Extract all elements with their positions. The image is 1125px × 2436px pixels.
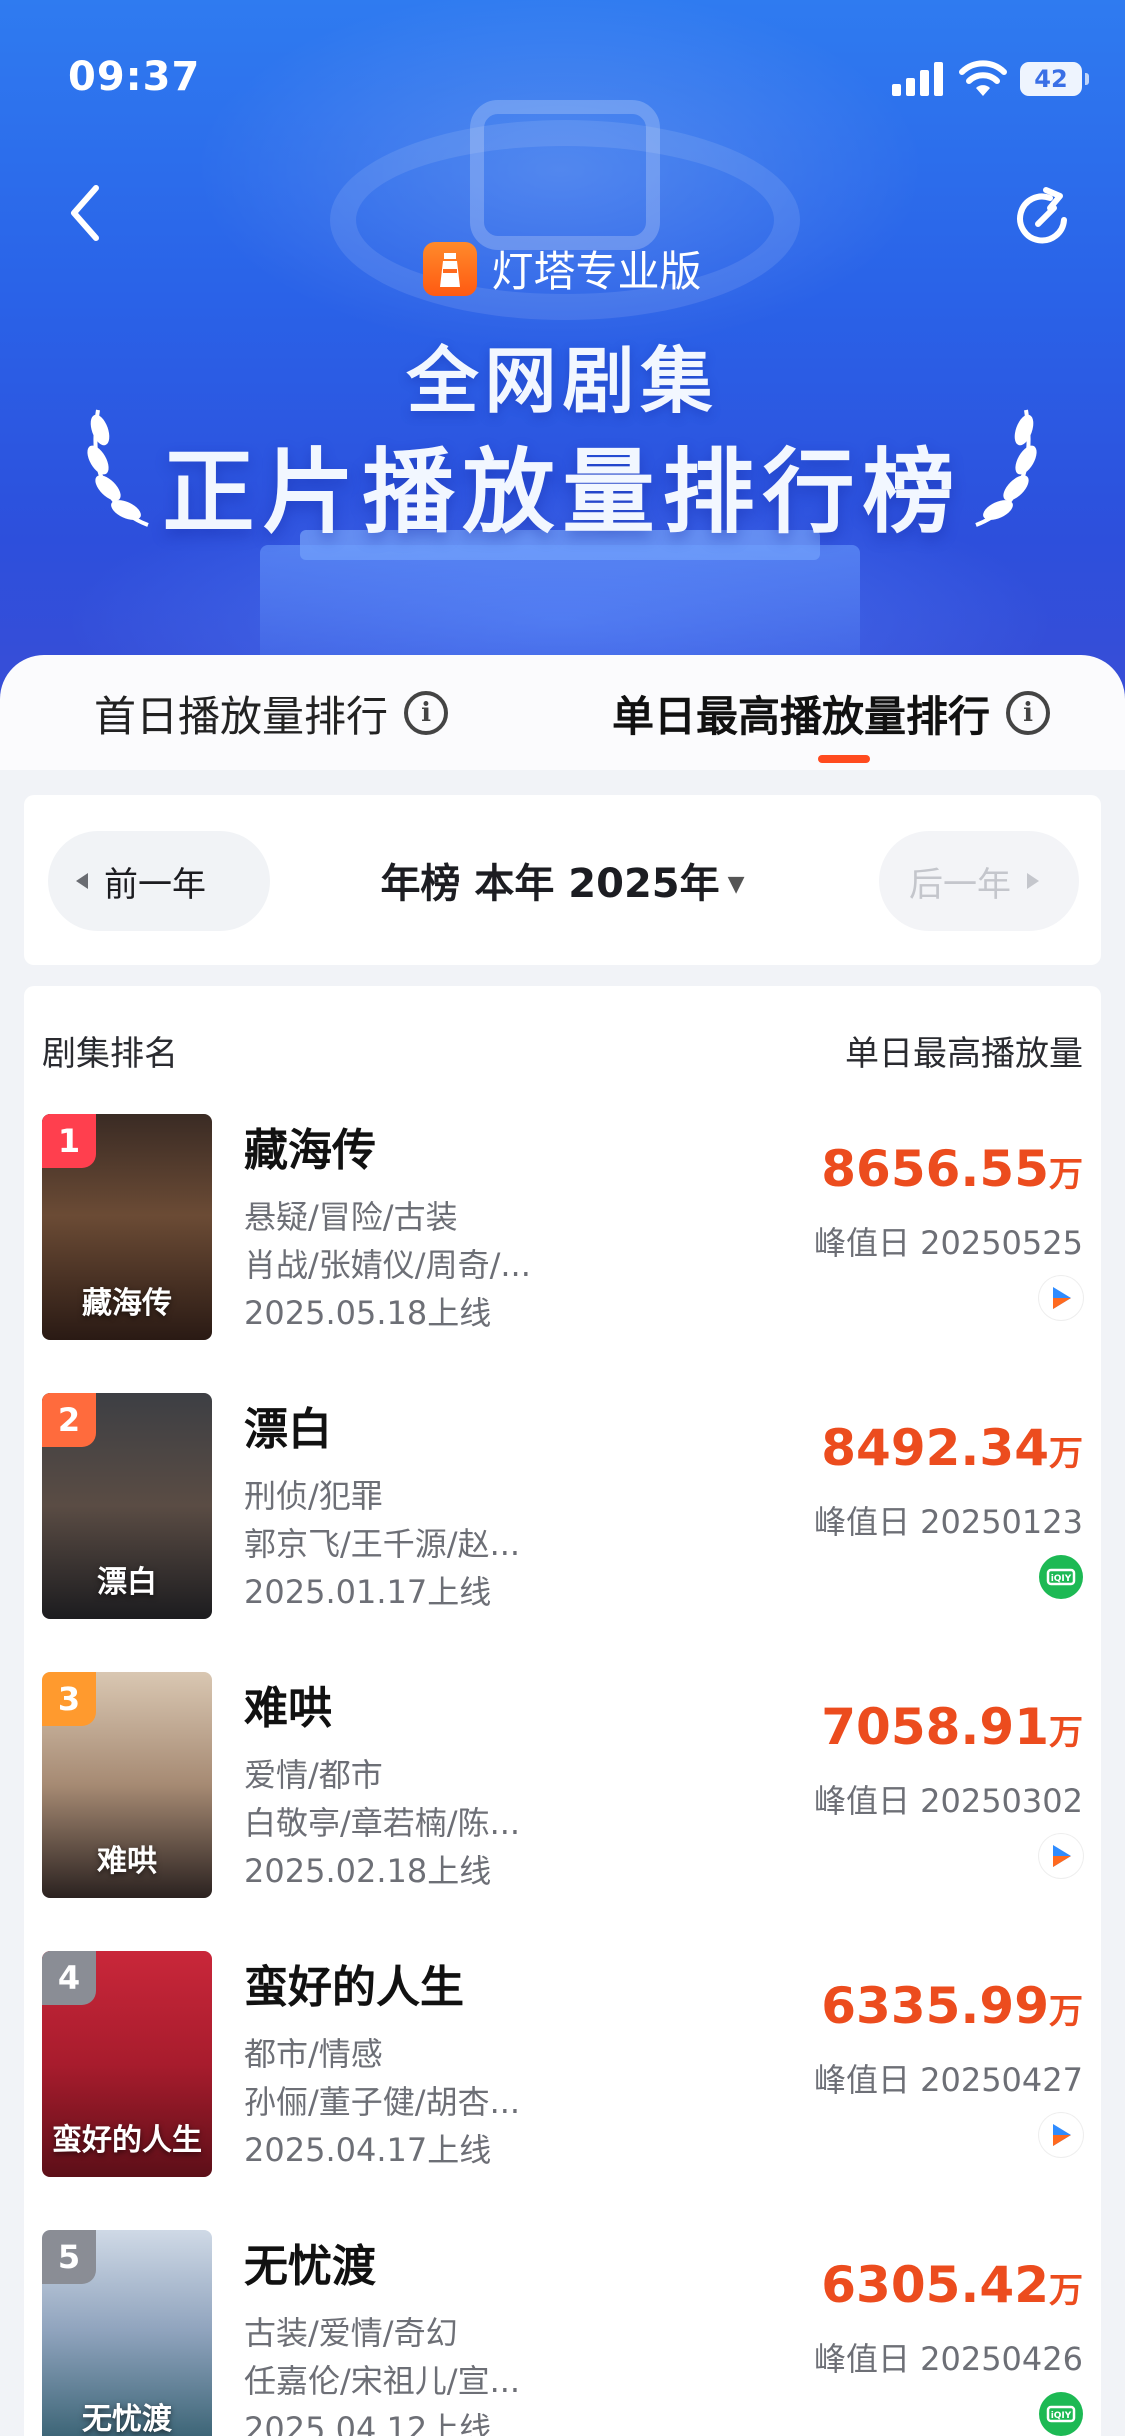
caret-down-icon: ▼ — [727, 872, 745, 897]
drama-title: 无忧渡 — [244, 2241, 376, 2292]
drama-cast: 白敬亭/章若楠/陈... — [244, 1804, 521, 1842]
drama-title: 难哄 — [244, 1683, 332, 1734]
lighthouse-logo-icon — [423, 241, 478, 296]
list-header: 剧集排名 单日最高播放量 — [42, 1026, 1083, 1076]
tab-first-day[interactable]: 首日播放量排行 i — [94, 683, 449, 743]
list-item[interactable]: 藏海传 1 藏海传 悬疑/冒险/古装 肖战/张婧仪/周奇/... 2025.05… — [42, 1114, 1083, 1354]
wifi-icon — [959, 60, 1007, 96]
hero-banner: 09:37 42 灯塔专业版 全网剧集 正片播放量排行榜 — [0, 0, 1125, 720]
play-count: 8656.55万 — [821, 1140, 1083, 1198]
drama-release: 2025.01.17上线 — [244, 1573, 492, 1611]
hero-title-line2: 正片播放量排行榜 — [162, 439, 963, 546]
peak-date: 峰值日 20250525 — [813, 1224, 1083, 1262]
iqiyi-logo-icon: iQIY — [1039, 1555, 1083, 1599]
drama-title: 蛮好的人生 — [244, 1962, 464, 2013]
poster-image: 藏海传 1 — [42, 1114, 212, 1340]
tab-label: 单日最高播放量排行 — [612, 691, 991, 741]
header-metric: 单日最高播放量 — [845, 1034, 1083, 1074]
poster-image: 蛮好的人生 4 — [42, 1951, 212, 2177]
brand-header: 灯塔专业版 — [0, 238, 1125, 299]
drama-genre: 都市/情感 — [244, 2035, 383, 2073]
iqiyi-logo-icon: iQIY — [1039, 2392, 1083, 2436]
poster-image: 难哄 3 — [42, 1672, 212, 1898]
list-item[interactable]: 无忧渡 5 无忧渡 古装/爱情/奇幻 任嘉伦/宋祖儿/宣... 2025.04.… — [42, 2230, 1083, 2436]
play-count: 6305.42万 — [821, 2256, 1083, 2314]
header-rank: 剧集排名 — [42, 1034, 178, 1074]
brand-name: 灯塔专业版 — [491, 247, 702, 296]
drama-genre: 爱情/都市 — [244, 1756, 383, 1794]
drama-cast: 郭京飞/王千源/赵... — [244, 1525, 521, 1563]
drama-title: 漂白 — [244, 1404, 332, 1455]
play-count: 7058.91万 — [821, 1698, 1083, 1756]
drama-cast: 任嘉伦/宋祖儿/宣... — [244, 2362, 521, 2400]
peak-date: 峰值日 20250302 — [813, 1782, 1083, 1820]
drama-title: 藏海传 — [244, 1125, 376, 1176]
poster-caption: 无忧渡 — [82, 2402, 172, 2436]
list-item[interactable]: 难哄 3 难哄 爱情/都市 白敬亭/章若楠/陈... 2025.02.18上线 … — [42, 1672, 1083, 1912]
poster-image: 无忧渡 5 — [42, 2230, 212, 2436]
status-bar: 09:37 42 — [0, 0, 1125, 150]
drama-release: 2025.05.18上线 — [244, 1294, 492, 1332]
youku-logo-icon — [1039, 1276, 1083, 1320]
peak-date: 峰值日 20250427 — [813, 2061, 1083, 2099]
rank-badge: 1 — [42, 1114, 96, 1168]
youku-logo-icon — [1039, 1834, 1083, 1878]
triangle-right-icon — [1027, 873, 1039, 889]
year-current-label: 年榜 本年 2025年 — [380, 861, 720, 907]
svg-text:iQIY: iQIY — [1051, 2411, 1072, 2421]
list-item[interactable]: 蛮好的人生 4 蛮好的人生 都市/情感 孙俪/董子健/胡杏... 2025.04… — [42, 1951, 1083, 2191]
ranking-list: 剧集排名 单日最高播放量 藏海传 1 藏海传 悬疑/冒险/古装 肖战/张婧仪/周… — [24, 986, 1101, 2436]
next-year-label: 后一年 — [909, 864, 1011, 905]
rank-badge: 3 — [42, 1672, 96, 1726]
year-selector: 前一年 年榜 本年 2025年 ▼ 后一年 — [24, 795, 1101, 965]
active-tab-indicator — [818, 755, 870, 763]
ranking-tabs: 首日播放量排行 i 单日最高播放量排行 i — [0, 655, 1125, 770]
poster-caption: 藏海传 — [82, 1286, 172, 1321]
hero-title-line1: 全网剧集 — [406, 339, 719, 423]
peak-date: 峰值日 20250426 — [813, 2340, 1083, 2378]
tab-single-day-peak[interactable]: 单日最高播放量排行 i — [612, 683, 1051, 743]
drama-genre: 古装/爱情/奇幻 — [244, 2314, 458, 2352]
drama-release: 2025.02.18上线 — [244, 1852, 492, 1890]
poster-caption: 漂白 — [97, 1565, 157, 1600]
rank-badge: 4 — [42, 1951, 96, 2005]
info-circle-icon[interactable]: i — [404, 691, 449, 735]
drama-release: 2025.04.17上线 — [244, 2131, 492, 2169]
status-time: 09:37 — [68, 54, 201, 100]
drama-cast: 肖战/张婧仪/周奇/... — [244, 1246, 531, 1284]
drama-cast: 孙俪/董子健/胡杏... — [244, 2083, 521, 2121]
play-count: 8492.34万 — [821, 1419, 1083, 1477]
youku-logo-icon — [1039, 2113, 1083, 2157]
next-year-button[interactable]: 后一年 — [879, 831, 1079, 931]
rank-badge: 2 — [42, 1393, 96, 1447]
play-count: 6335.99万 — [821, 1977, 1083, 2035]
svg-text:iQIY: iQIY — [1051, 1574, 1072, 1584]
drama-release: 2025.04.12上线 — [244, 2410, 492, 2436]
poster-image: 漂白 2 — [42, 1393, 212, 1619]
drama-genre: 悬疑/冒险/古装 — [244, 1198, 458, 1236]
poster-caption: 蛮好的人生 — [52, 2123, 202, 2158]
poster-caption: 难哄 — [97, 1844, 157, 1879]
signal-icon — [892, 62, 944, 96]
list-item[interactable]: 漂白 2 漂白 刑侦/犯罪 郭京飞/王千源/赵... 2025.01.17上线 … — [42, 1393, 1083, 1633]
peak-date: 峰值日 20250123 — [813, 1503, 1083, 1541]
drama-genre: 刑侦/犯罪 — [244, 1477, 383, 1515]
rank-badge: 5 — [42, 2230, 96, 2284]
info-circle-icon[interactable]: i — [1006, 691, 1051, 735]
battery-indicator: 42 — [1020, 62, 1089, 96]
tab-label: 首日播放量排行 — [94, 691, 389, 741]
